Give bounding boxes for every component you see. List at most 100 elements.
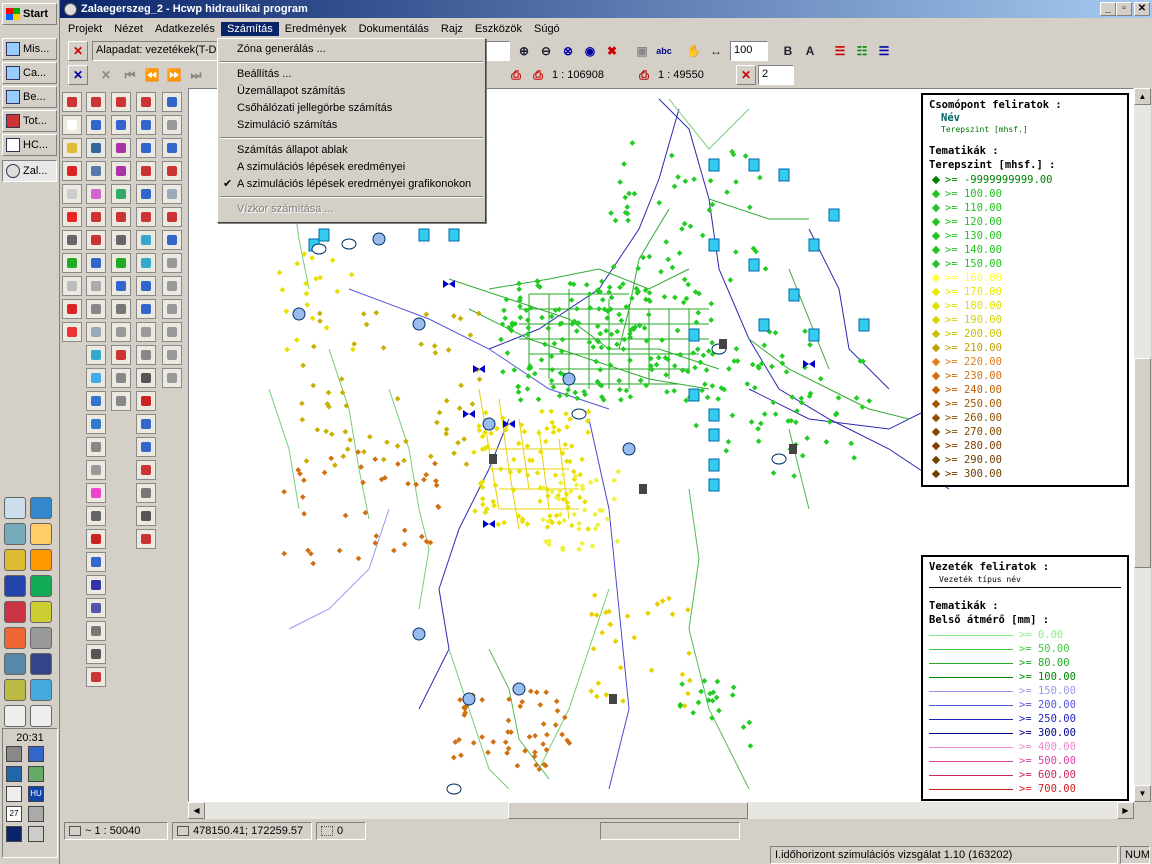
network-node[interactable] [615,468,622,475]
network-node[interactable] [585,408,592,415]
network-node[interactable] [470,740,477,746]
quick-launch-icon[interactable] [4,705,26,727]
network-node[interactable] [714,678,721,685]
network-node[interactable] [568,297,575,303]
network-node[interactable] [585,429,591,436]
network-node[interactable] [603,692,610,698]
network-node[interactable] [577,471,584,478]
network-node[interactable] [432,460,438,467]
network-node[interactable] [742,153,749,159]
pump-icon[interactable] [412,627,426,641]
network-node[interactable] [791,473,797,479]
tool-button[interactable] [62,299,82,319]
network-node[interactable] [550,384,557,390]
quick-launch-icon[interactable] [4,497,26,519]
tool-button[interactable] [162,184,182,204]
network-node[interactable] [507,469,514,476]
network-node[interactable] [631,190,638,197]
network-node[interactable] [490,739,497,745]
network-node[interactable] [490,498,497,505]
internet-explorer-icon[interactable] [30,497,52,519]
help-icon[interactable] [62,184,82,204]
network-node[interactable] [709,697,716,704]
network-node[interactable] [476,423,482,429]
tank-icon[interactable] [318,228,330,242]
network-node[interactable] [458,752,464,759]
network-node[interactable] [476,376,483,383]
network-node[interactable] [284,346,290,353]
network-node[interactable] [535,396,542,403]
network-node[interactable] [521,428,528,435]
tool-button[interactable] [111,161,131,181]
network-node[interactable] [514,762,521,769]
network-node[interactable] [851,454,858,461]
network-node[interactable] [317,274,323,281]
network-node[interactable] [573,328,580,334]
tank-icon[interactable] [828,208,840,222]
network-node[interactable] [553,698,560,705]
delete-icon[interactable] [62,161,82,181]
tool-button[interactable] [62,207,82,227]
network-node[interactable] [614,328,621,335]
network-node[interactable] [606,284,613,291]
zoom-window-icon[interactable]: ⊗ [558,41,578,61]
network-node[interactable] [574,305,580,312]
tank-icon[interactable] [758,318,770,332]
network-node[interactable] [695,309,702,316]
network-node[interactable] [537,498,543,505]
network-node[interactable] [472,508,478,514]
network-node[interactable] [543,689,550,696]
network-node[interactable] [304,301,311,308]
menu-szimulacio-szamitas[interactable]: Szimuláció számítás [218,117,485,134]
network-node[interactable] [616,377,623,384]
new-icon[interactable] [62,115,82,135]
network-node[interactable] [432,349,439,356]
network-node[interactable] [505,717,512,724]
network-node[interactable] [588,611,595,618]
network-node[interactable] [328,431,335,438]
network-node[interactable] [565,387,572,393]
pump-icon[interactable] [482,417,496,431]
network-node[interactable] [592,511,598,518]
valve-icon[interactable] [473,365,485,373]
tray-icon[interactable] [6,766,22,782]
print-scale-icon[interactable]: ⎙ [634,65,654,85]
network-node[interactable] [317,318,323,324]
network-node[interactable] [663,239,670,245]
network-node[interactable] [690,350,697,356]
network-node[interactable] [654,601,661,607]
well-icon[interactable] [446,783,462,795]
database-icon[interactable] [62,253,82,273]
network-node[interactable] [355,555,362,562]
network-node[interactable] [612,217,619,224]
network-node[interactable] [643,382,650,389]
network-node[interactable] [761,342,768,349]
tool-button[interactable] [162,345,182,365]
tool-button[interactable] [62,92,82,112]
tray-icon[interactable] [28,766,44,782]
network-node[interactable] [545,493,551,499]
last-icon[interactable]: ⏭ [186,65,206,85]
network-node[interactable] [611,477,618,484]
network-node[interactable] [593,612,600,618]
tank-icon[interactable] [708,458,720,472]
deselect-icon[interactable]: ✕ [96,65,116,85]
network-node[interactable] [310,343,317,350]
network-node[interactable] [798,399,805,406]
network-node[interactable] [661,293,668,300]
pump-icon[interactable] [462,692,476,706]
tool-button[interactable] [136,184,156,204]
network-node[interactable] [608,294,615,301]
network-node[interactable] [561,517,568,524]
network-node[interactable] [540,741,546,747]
tool-button[interactable] [111,299,131,319]
network-node[interactable] [516,280,522,287]
network-node[interactable] [599,629,606,636]
network-node[interactable] [563,491,570,497]
network-node[interactable] [549,366,556,373]
network-node[interactable] [700,352,707,359]
network-node[interactable] [729,692,736,698]
zoom-all-icon[interactable]: ✖ [602,41,622,61]
network-node[interactable] [668,152,675,159]
network-node[interactable] [340,453,347,460]
